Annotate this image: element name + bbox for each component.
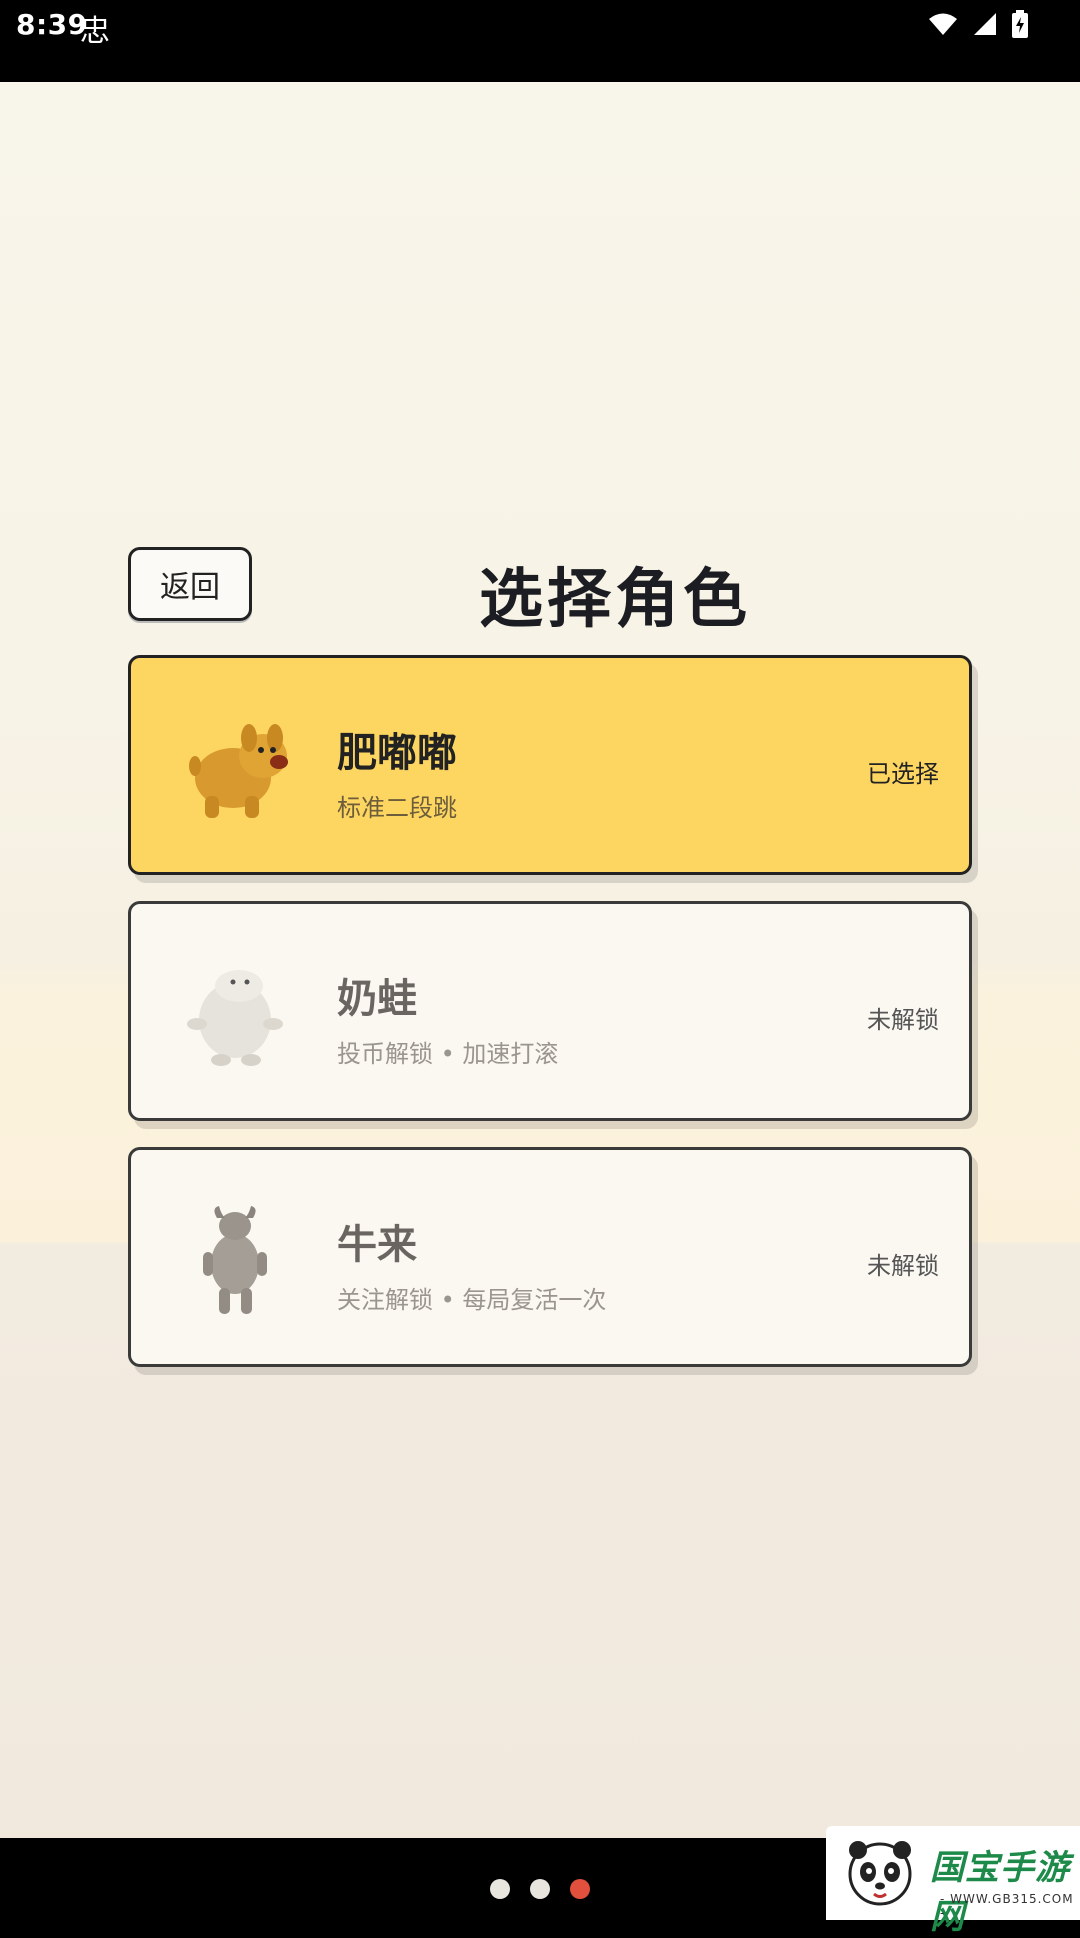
character-name: 奶蛙 [337, 976, 417, 1022]
character-card-naiwa[interactable]: 奶蛙 投币解锁 • 加速打滚 未解锁 [128, 901, 972, 1121]
page-dot-2[interactable] [530, 1879, 550, 1899]
signal-icon [974, 13, 996, 35]
status-icons [928, 10, 1028, 38]
character-desc: 标准二段跳 [337, 794, 457, 822]
character-card-niulai[interactable]: 牛来 关注解锁 • 每局复活一次 未解锁 [128, 1147, 972, 1367]
frog-icon [175, 954, 295, 1074]
bull-icon [175, 1200, 295, 1320]
page-dot-3[interactable] [570, 1879, 590, 1899]
character-status: 未解锁 [867, 1252, 939, 1280]
watermark-title: 国宝手游网 [930, 1848, 1070, 1937]
character-desc: 投币解锁 • 加速打滚 [337, 1040, 559, 1068]
watermark-url: - WWW.GB315.COM - [940, 1892, 1074, 1920]
dog-icon [175, 708, 295, 828]
page-dot-1[interactable] [490, 1879, 510, 1899]
character-name: 肥嘟嘟 [337, 730, 457, 776]
panda-logo-icon [844, 1836, 916, 1908]
character-card-feidudu[interactable]: 肥嘟嘟 标准二段跳 已选择 [128, 655, 972, 875]
battery-charging-icon [1012, 10, 1028, 38]
character-status: 未解锁 [867, 1006, 939, 1034]
debug-icon: 忠 [80, 14, 110, 49]
status-bar: 8:39 忠 [0, 0, 1080, 82]
page-title: 选择角色 [479, 563, 751, 637]
watermark: 国宝手游网 - WWW.GB315.COM - [826, 1826, 1080, 1937]
character-status: 已选择 [867, 760, 939, 788]
character-desc: 关注解锁 • 每局复活一次 [337, 1286, 607, 1314]
back-button[interactable]: 返回 [128, 547, 252, 621]
character-name: 牛来 [337, 1222, 417, 1268]
wifi-icon [929, 13, 957, 35]
status-time: 8:39 [16, 8, 88, 41]
